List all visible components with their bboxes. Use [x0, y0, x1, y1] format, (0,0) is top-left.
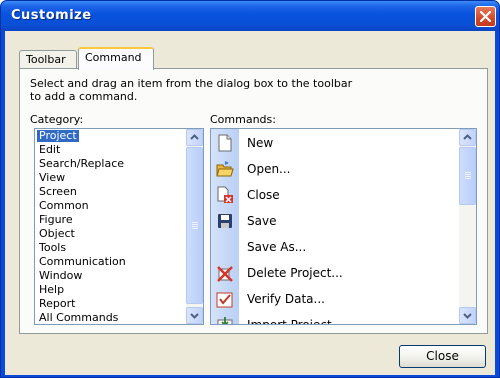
close-document-icon — [217, 186, 233, 203]
instruction-line-1: Select and drag an item from the dialog … — [30, 77, 353, 90]
commands-scrollbar[interactable] — [459, 129, 476, 324]
instruction-text: Select and drag an item from the dialog … — [30, 77, 470, 103]
chevron-down-icon — [463, 313, 472, 319]
category-scrollbar[interactable] — [186, 129, 203, 324]
category-item[interactable]: Communication — [37, 256, 128, 268]
category-item[interactable]: Object — [37, 228, 77, 240]
command-item[interactable]: Close — [211, 182, 469, 208]
command-label: Open... — [247, 162, 291, 176]
commands-scroll-thumb[interactable] — [459, 147, 476, 205]
new-document-icon — [218, 134, 232, 152]
category-item[interactable]: Report — [37, 298, 77, 310]
command-item[interactable]: Save — [211, 208, 469, 234]
command-item[interactable]: New — [211, 130, 469, 156]
title-close-button[interactable] — [475, 6, 496, 27]
category-item[interactable]: Edit — [37, 144, 62, 156]
verify-data-icon — [216, 292, 233, 308]
tab-command[interactable]: Command — [78, 47, 154, 70]
save-disk-icon — [218, 214, 232, 228]
chevron-up-icon — [190, 134, 199, 140]
category-item[interactable]: Window — [37, 270, 84, 282]
close-button[interactable]: Close — [399, 345, 486, 368]
customize-dialog: Customize Toolbar Command Select and dra… — [0, 0, 500, 378]
command-label: Delete Project... — [247, 266, 343, 280]
category-item[interactable]: Search/Replace — [37, 158, 126, 170]
category-item[interactable]: All Commands — [37, 312, 120, 324]
commands-scroll-down-button[interactable] — [459, 307, 476, 324]
chevron-down-icon — [190, 313, 199, 319]
category-item[interactable]: Help — [37, 284, 66, 296]
commands-scroll-up-button[interactable] — [459, 129, 476, 146]
open-folder-icon — [216, 161, 234, 177]
command-item[interactable]: Verify Data... — [211, 286, 469, 312]
command-label: Verify Data... — [247, 292, 325, 306]
category-scroll-down-button[interactable] — [186, 307, 203, 324]
category-item[interactable]: View — [37, 172, 67, 184]
category-item[interactable]: Project — [37, 130, 79, 142]
tab-toolbar[interactable]: Toolbar — [19, 50, 77, 69]
category-listbox[interactable]: Project Edit Search/Replace View Screen Commo… — [34, 128, 204, 325]
command-item[interactable]: Save As... — [211, 234, 469, 260]
instruction-line-2: to add a command. — [30, 90, 138, 103]
window-title: Customize — [11, 8, 92, 23]
command-label: New — [247, 136, 274, 150]
category-item[interactable]: Common — [37, 200, 91, 212]
command-tab-panel: Select and drag an item from the dialog … — [19, 68, 488, 334]
dialog-body: Toolbar Command Select and drag an item … — [5, 31, 495, 375]
category-scroll-thumb[interactable] — [186, 147, 203, 304]
command-item[interactable]: Open... — [211, 156, 469, 182]
command-label: Close — [247, 188, 280, 202]
commands-label: Commands: — [210, 113, 276, 126]
command-label: Save — [247, 214, 277, 228]
title-bar[interactable]: Customize — [1, 1, 499, 31]
category-scroll-up-button[interactable] — [186, 129, 203, 146]
category-label: Category: — [30, 113, 84, 126]
delete-project-icon — [217, 266, 233, 282]
category-item[interactable]: Screen — [37, 186, 79, 198]
import-project-icon — [217, 317, 233, 324]
close-icon — [480, 11, 491, 22]
category-item[interactable]: Tools — [37, 242, 68, 254]
commands-listbox[interactable]: New Open... Close Save Save As... Delete Proj… — [210, 128, 477, 325]
command-label: Import Project... — [247, 318, 344, 325]
category-item[interactable]: Figure — [37, 214, 75, 226]
chevron-up-icon — [463, 134, 472, 140]
command-item[interactable]: Import Project... — [211, 312, 469, 325]
command-item[interactable]: Delete Project... — [211, 260, 469, 286]
command-label: Save As... — [247, 240, 307, 254]
